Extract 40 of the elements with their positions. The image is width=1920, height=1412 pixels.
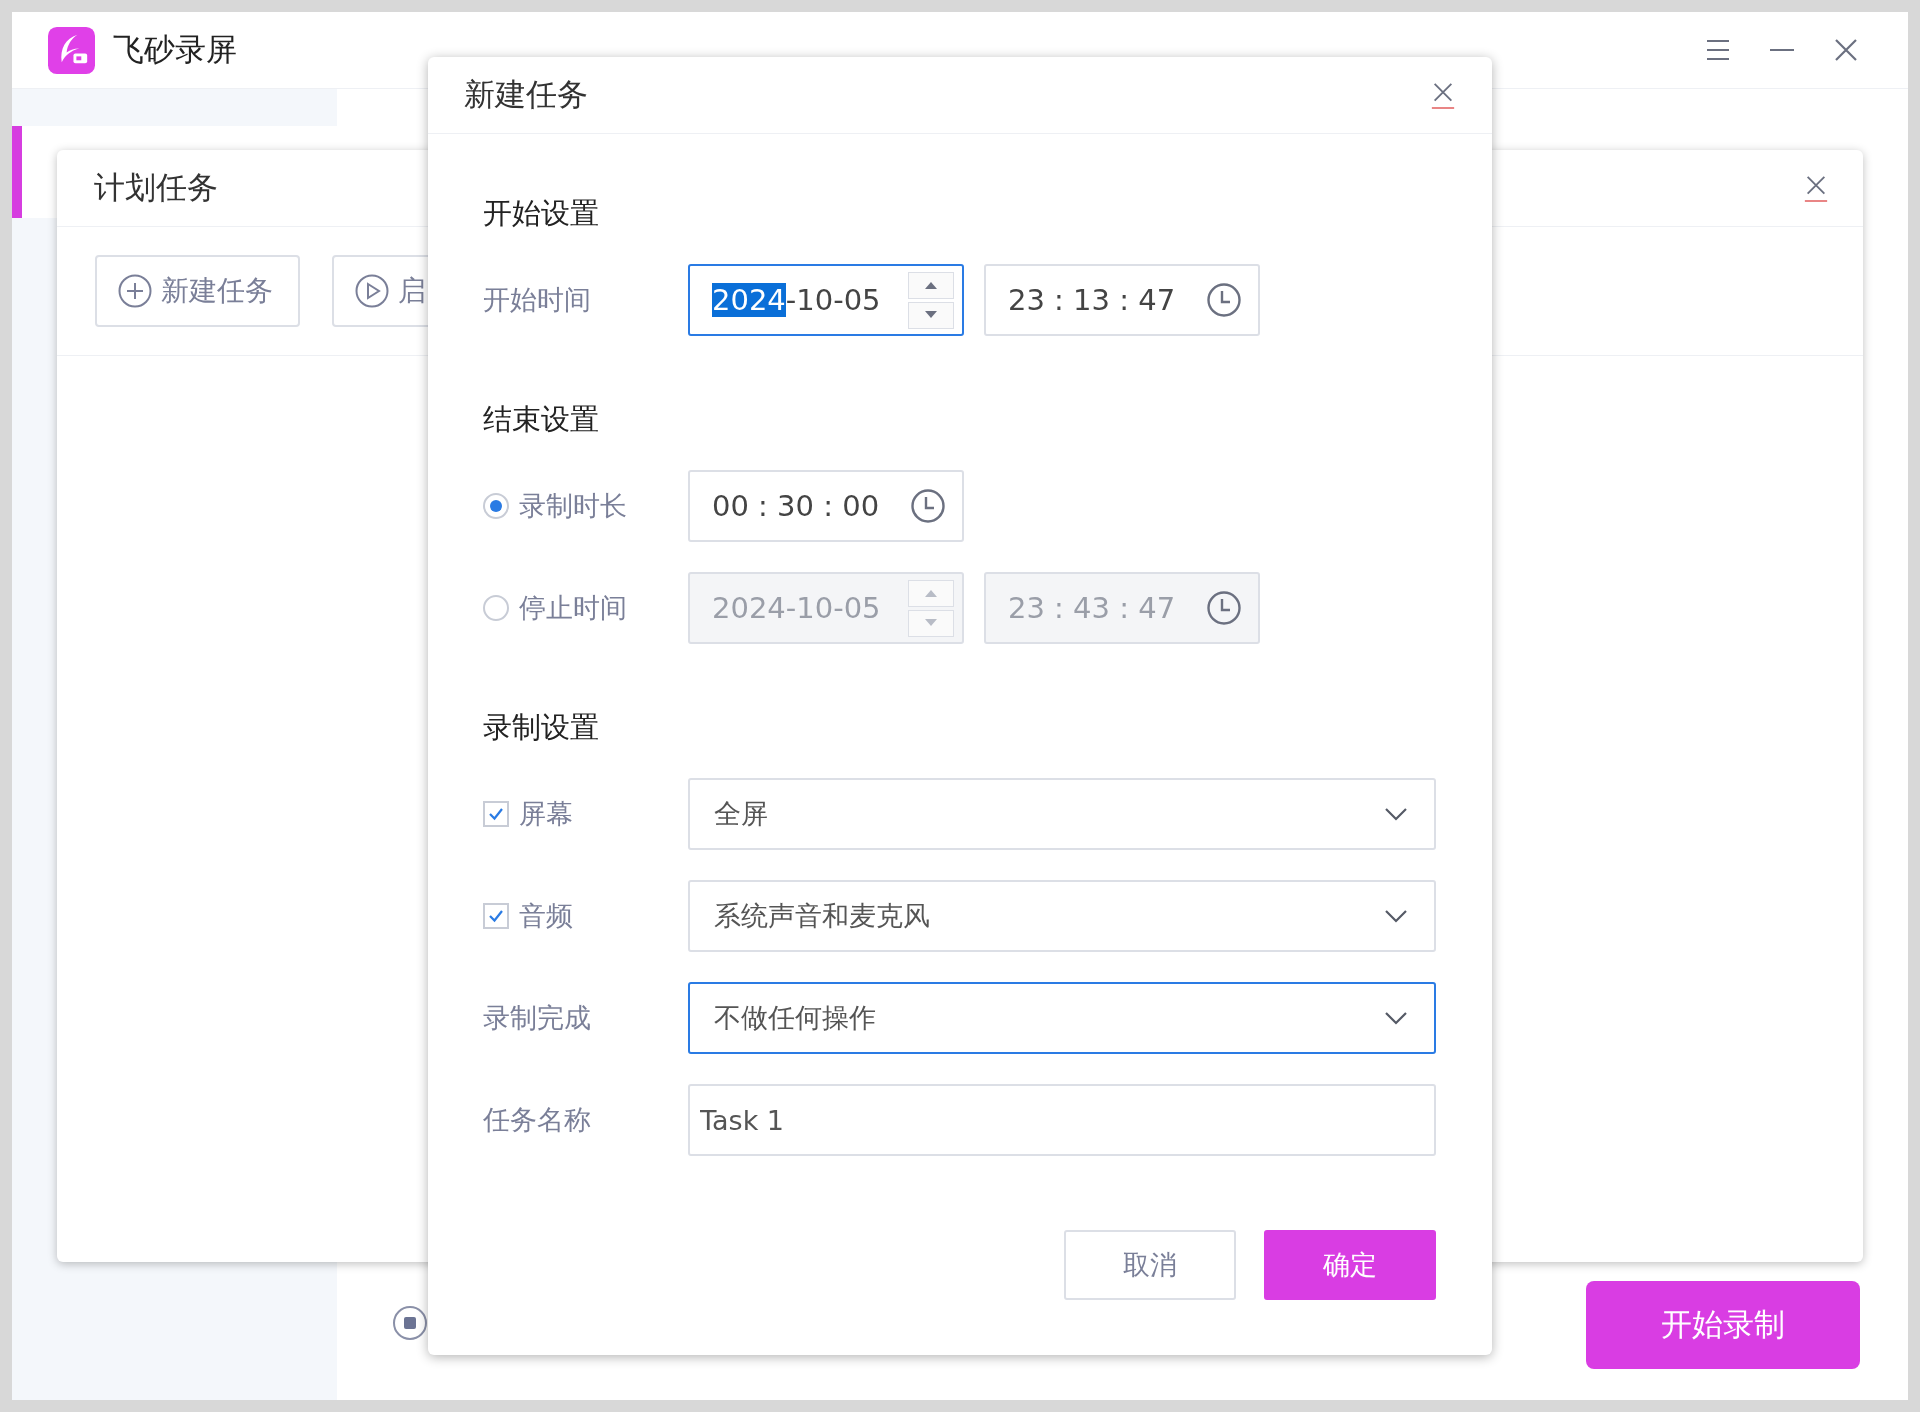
increment-button[interactable] (908, 271, 954, 299)
clock-icon[interactable] (1206, 282, 1242, 318)
field-label: 任务名称 (483, 1103, 592, 1137)
decrement-button[interactable] (908, 301, 954, 329)
section-heading: 结束设置 (483, 401, 600, 438)
play-circle-icon (354, 273, 390, 309)
dropdown[interactable]: 不做任何操作 (688, 982, 1436, 1054)
radio-button[interactable]: 录制时长 (483, 488, 668, 524)
checkbox[interactable]: 音频 (483, 898, 668, 934)
down-triangle-icon (923, 618, 939, 628)
up-triangle-icon (923, 588, 939, 598)
checkbox[interactable]: 屏幕 (483, 796, 668, 832)
close-icon[interactable] (1430, 80, 1456, 110)
dialog-title: 新建任务 (464, 75, 588, 114)
app-title: 飞砂录屏 (113, 30, 237, 69)
date-field[interactable]: 2024-10-05 (688, 264, 964, 336)
chevron-down-icon (1384, 807, 1408, 821)
down-triangle-icon (923, 310, 939, 320)
field-label: 录制完成 (483, 1001, 592, 1035)
up-triangle-icon (923, 280, 939, 290)
chevron-down-icon (1384, 1011, 1408, 1025)
start-recording-button[interactable]: 开始录制 (1586, 1281, 1860, 1369)
task-name-field[interactable]: Task 1 (688, 1084, 1436, 1156)
time-field[interactable]: 00 : 30 : 00 (688, 470, 964, 542)
section-heading: 开始设置 (483, 195, 600, 232)
close-icon[interactable] (1803, 173, 1829, 203)
cancel-button[interactable]: 取消 (1064, 1230, 1236, 1300)
clock-icon[interactable] (910, 488, 946, 524)
dropdown[interactable]: 全屏 (688, 778, 1436, 850)
new-task-button[interactable]: 新建任务 (95, 255, 300, 327)
time-field[interactable]: 23 : 13 : 47 (984, 264, 1260, 336)
section-heading: 录制设置 (483, 709, 600, 746)
field-label: 开始时间 (483, 283, 592, 317)
dropdown[interactable]: 系统声音和麦克风 (688, 880, 1436, 952)
app-logo-icon (48, 26, 95, 74)
confirm-button[interactable]: 确定 (1264, 1230, 1436, 1300)
chevron-down-icon (1384, 909, 1408, 923)
plus-circle-icon (117, 273, 153, 309)
stop-icon[interactable] (392, 1304, 428, 1341)
dialog-title: 计划任务 (94, 168, 218, 207)
